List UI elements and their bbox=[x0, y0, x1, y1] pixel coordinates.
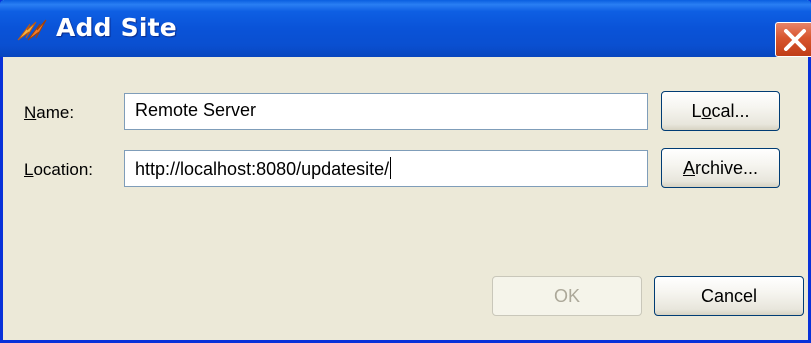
title-bar[interactable]: Add Site bbox=[0, 0, 811, 57]
location-field[interactable]: http://localhost:8080/updatesite/ bbox=[124, 150, 648, 187]
plugin-lightning-icon bbox=[17, 19, 47, 41]
close-button[interactable] bbox=[775, 22, 811, 57]
name-label-rest: ame: bbox=[36, 103, 75, 122]
add-site-dialog: Add Site Name: Remote Server Lo cal... Lo… bbox=[0, 0, 811, 343]
text-caret bbox=[390, 157, 392, 179]
dialog-title: Add Site bbox=[56, 13, 177, 42]
name-label: Name: bbox=[24, 103, 75, 122]
name-field[interactable]: Remote Server bbox=[124, 93, 648, 130]
cancel-button[interactable]: Cancel bbox=[654, 276, 804, 316]
location-field-value: http://localhost:8080/updatesite/ bbox=[135, 159, 390, 179]
name-field-value: Remote Server bbox=[135, 100, 257, 120]
archive-button[interactable]: Archive... bbox=[661, 148, 780, 188]
close-icon bbox=[784, 29, 806, 51]
location-label: Location: bbox=[24, 160, 94, 179]
local-button[interactable]: Lo cal... bbox=[661, 91, 780, 131]
ok-button[interactable]: OK bbox=[492, 276, 642, 316]
